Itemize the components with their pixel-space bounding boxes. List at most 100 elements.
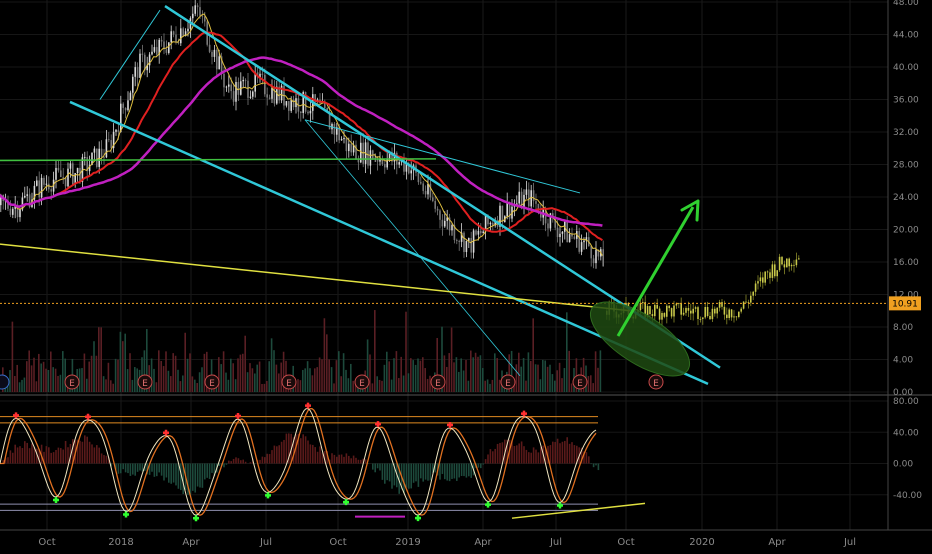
volume-bar <box>590 375 592 392</box>
osc-histogram-bar <box>425 464 427 480</box>
projection-body <box>721 302 723 307</box>
volume-bar <box>266 381 268 392</box>
projection-body <box>755 283 757 291</box>
projection-body <box>769 272 771 278</box>
candle-body <box>384 164 386 167</box>
osc-histogram-bar <box>283 440 285 464</box>
candle-body <box>310 111 312 113</box>
volume-bar <box>405 312 407 392</box>
osc-histogram-bar <box>245 462 247 464</box>
candle-body <box>38 180 40 197</box>
volume-bar <box>110 380 112 392</box>
osc-histogram-bar <box>413 464 415 483</box>
time-tick-label: 2020 <box>689 537 714 548</box>
volume-bar <box>343 353 345 392</box>
osc-histogram-bar <box>10 450 12 463</box>
projection-body <box>748 302 750 303</box>
volume-bar <box>151 358 153 392</box>
price-tick-label: 4.00 <box>893 356 913 366</box>
osc-histogram-bar <box>586 452 588 463</box>
volume-bar <box>12 322 14 392</box>
volume-bar <box>350 364 352 392</box>
volume-bar <box>165 351 167 392</box>
projection-body <box>680 303 682 315</box>
projection-body <box>661 313 663 320</box>
volume-bar <box>321 359 323 392</box>
volume-bar <box>532 318 534 392</box>
volume-bar <box>408 373 410 392</box>
volume-bar <box>242 354 244 392</box>
osc-histogram-bar <box>574 445 576 463</box>
osc-histogram-bar <box>386 464 388 481</box>
projection-body <box>731 309 733 317</box>
osc-histogram-bar <box>106 456 108 464</box>
osc-histogram-bar <box>223 464 225 468</box>
osc-histogram-bar <box>353 456 355 464</box>
candle-body <box>197 5 199 7</box>
time-tick-label: Oct <box>329 537 346 548</box>
volume-bar <box>571 383 573 392</box>
candle-body <box>418 173 420 182</box>
osc-histogram-bar <box>127 464 129 474</box>
volume-bar <box>403 376 405 392</box>
volume-bar <box>189 353 191 392</box>
price-badge-label: 10.91 <box>892 299 918 309</box>
projection-body <box>774 264 776 276</box>
volume-bar <box>535 364 537 392</box>
candle-body <box>106 139 108 157</box>
volume-bar <box>268 361 270 392</box>
osc-histogram-bar <box>91 444 93 463</box>
osc-histogram-bar <box>55 450 57 464</box>
volume-bar <box>400 357 402 392</box>
osc-histogram-bar <box>168 464 170 483</box>
osc-tick-label: 0.00 <box>893 460 913 470</box>
volume-bar <box>196 383 198 392</box>
osc-histogram-bar <box>206 464 208 478</box>
volume-bar <box>50 352 52 392</box>
time-tick-label: Jul <box>843 537 856 548</box>
osc-histogram-bar <box>307 441 309 464</box>
candle-body <box>209 45 211 52</box>
osc-histogram-bar <box>406 464 408 488</box>
osc-histogram-bar <box>122 464 124 470</box>
earnings-marker-label: E <box>209 379 215 389</box>
projection-body <box>656 305 658 309</box>
volume-bar <box>264 384 266 392</box>
candle-body <box>62 177 64 178</box>
volume-bar <box>98 327 100 392</box>
price-tick-label: 8.00 <box>893 323 913 333</box>
osc-histogram-bar <box>262 457 264 464</box>
candle-body <box>139 54 141 78</box>
osc-histogram-bar <box>377 464 379 469</box>
volume-bar <box>316 367 318 392</box>
candle-body <box>60 170 62 177</box>
osc-histogram-bar <box>348 456 350 464</box>
osc-histogram-bar <box>384 464 386 484</box>
candle-body <box>120 104 122 132</box>
volume-bar <box>463 371 465 392</box>
volume-bar <box>398 378 400 392</box>
volume-bar <box>429 376 431 392</box>
osc-histogram-bar <box>382 464 384 480</box>
candle-body <box>228 85 230 87</box>
volume-bar <box>100 327 102 392</box>
volume-bar <box>187 359 189 392</box>
osc-histogram-bar <box>98 448 100 464</box>
projection-body <box>671 308 673 316</box>
osc-histogram-bar <box>240 460 242 463</box>
osc-histogram-bar <box>211 464 213 473</box>
osc-histogram-bar <box>286 434 288 464</box>
candle-body <box>238 82 240 95</box>
volume-bar <box>309 368 311 392</box>
osc-histogram-bar <box>564 441 566 464</box>
volume-bar <box>52 367 54 392</box>
volume-bar <box>494 353 496 392</box>
time-tick-label: Jul <box>549 537 562 548</box>
candle-body <box>175 35 177 42</box>
osc-histogram-bar <box>569 444 571 464</box>
candle-body <box>216 50 218 69</box>
candle-body <box>127 100 129 110</box>
osc-histogram-bar <box>343 457 345 464</box>
projection-body <box>649 306 651 314</box>
candle-body <box>98 149 100 167</box>
